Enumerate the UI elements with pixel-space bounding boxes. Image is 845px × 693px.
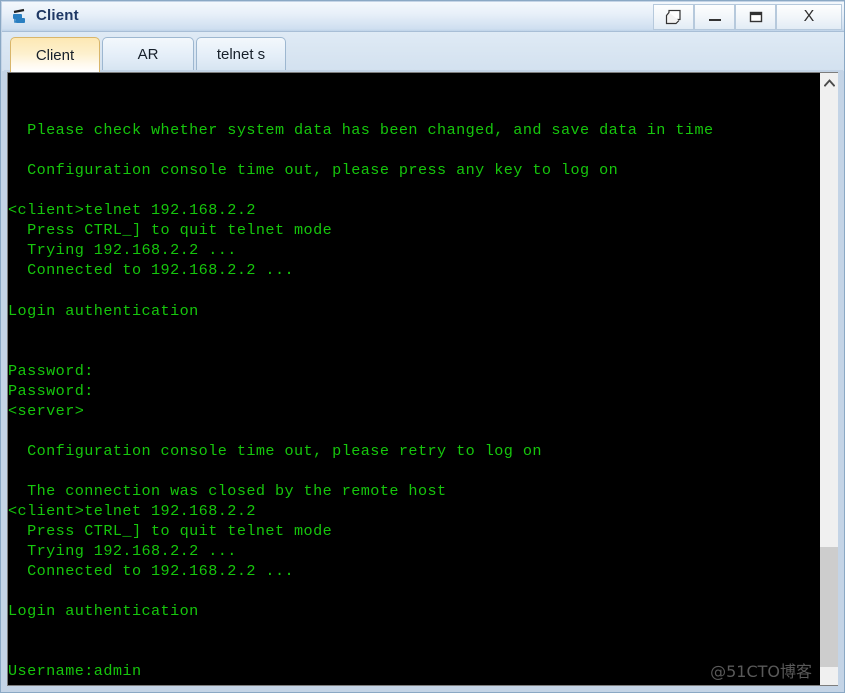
terminal-scrollbar[interactable] [819,73,838,685]
scrollbar-track[interactable] [820,92,838,685]
terminal-output: Please check whether system data has bee… [8,73,816,685]
scroll-up-button[interactable] [820,73,838,92]
terminal-line: Trying 192.168.2.2 ... [8,241,237,260]
tab-label: Client [35,46,75,64]
terminal-line: Trying 192.168.2.2 ... [8,542,237,561]
terminal-line: Login authentication [8,602,199,621]
terminal-line: Connected to 192.168.2.2 ... [8,562,295,581]
maximize-icon [736,5,775,29]
client-window: Client X Client AR telnet s Please check… [0,0,845,693]
terminal-line-list: Please check whether system data has bee… [8,120,816,681]
terminal-line: The connection was closed by the remote … [8,481,447,500]
close-button[interactable]: X [776,4,842,30]
chevron-up-icon [823,78,835,87]
terminal-frame: Please check whether system data has bee… [4,70,843,691]
maximize-button[interactable] [735,4,776,30]
minimize-button[interactable] [694,4,735,30]
terminal-line: <client>telnet 192.168.2.2 [8,201,256,220]
terminal-console[interactable]: Please check whether system data has bee… [7,72,838,686]
minimize-icon [695,5,734,29]
window-title: Client [36,7,79,24]
terminal-line: Username:admin [8,662,142,681]
network-device-icon [11,7,31,27]
terminal-line: Connected to 192.168.2.2 ... [8,261,295,280]
terminal-line: Please check whether system data has bee… [8,121,714,140]
terminal-line: <client>telnet 192.168.2.2 [8,501,256,520]
terminal-line: Password: [8,361,94,380]
terminal-line: <server> [8,401,85,420]
terminal-line: Configuration console time out, please r… [8,441,542,460]
terminal-line: Press CTRL_] to quit telnet mode [8,522,333,541]
tab-telnet-s[interactable]: telnet s [196,37,286,71]
terminal-line: Login authentication [8,301,199,320]
tab-label: AR [137,46,159,63]
title-bar: Client X [2,2,844,32]
terminal-line: Press CTRL_] to quit telnet mode [8,221,333,240]
close-icon: X [803,8,815,25]
tab-label: telnet s [216,46,266,63]
scrollbar-thumb[interactable] [820,547,838,667]
terminal-line: Configuration console time out, please p… [8,161,619,180]
restore-button[interactable] [653,4,694,30]
tab-client[interactable]: Client [10,37,100,72]
tab-ar[interactable]: AR [102,37,194,71]
terminal-line: Password: [8,381,94,400]
restore-icon [654,5,693,29]
tab-bar: Client AR telnet s [2,32,844,72]
